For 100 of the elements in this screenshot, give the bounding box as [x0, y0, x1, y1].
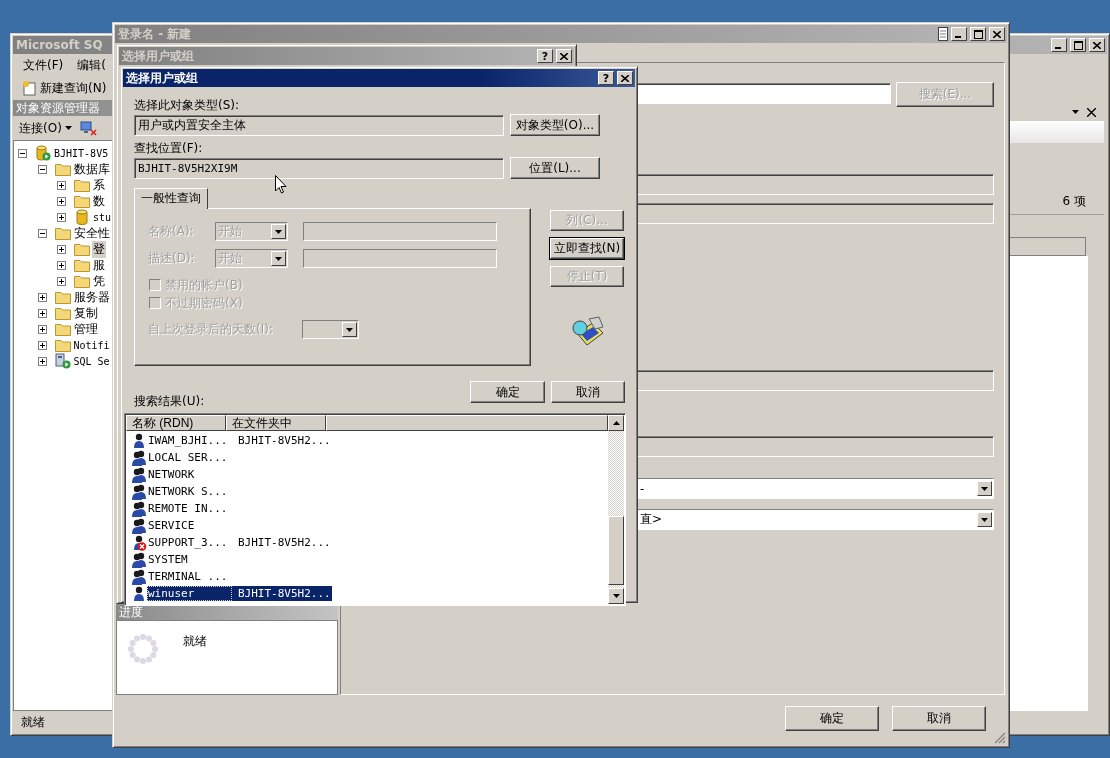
column-header[interactable]: 名称 (RDN): [126, 415, 226, 431]
table-cell[interactable]: winuser: [147, 586, 232, 601]
tree-item[interactable]: 服务器: [72, 288, 111, 306]
folder-icon: [54, 162, 71, 176]
expander-icon[interactable]: [57, 196, 66, 206]
expander-icon[interactable]: [57, 260, 66, 270]
spinner-icon: [127, 633, 159, 665]
table-cell[interactable]: BJHIT-8V5H2...: [232, 433, 332, 448]
tree-item[interactable]: 数据库: [72, 160, 111, 178]
window-title: Microsoft SQ: [16, 38, 104, 52]
expander-icon[interactable]: [37, 308, 47, 318]
help-button[interactable]: ?: [598, 71, 614, 85]
expander-icon[interactable]: [57, 244, 66, 254]
magnifier-icon: [569, 315, 605, 347]
tree-item[interactable]: 服: [92, 256, 106, 274]
dropdown-arrow-icon: [64, 126, 72, 130]
dropdown[interactable]: -: [636, 478, 994, 499]
object-types-button[interactable]: 对象类型(O)...: [510, 114, 600, 136]
dropdown-arrow-icon: [981, 517, 988, 522]
maximize-button[interactable]: [970, 27, 986, 41]
maximize-button[interactable]: [1070, 38, 1086, 52]
disabled-user-icon: [131, 534, 147, 551]
close-button[interactable]: [1089, 38, 1105, 52]
table-cell[interactable]: REMOTE IN...: [147, 501, 232, 516]
days-dropdown[interactable]: [302, 320, 359, 339]
scroll-thumb[interactable]: [608, 516, 624, 585]
tree-item[interactable]: 系: [92, 176, 106, 194]
table-cell[interactable]: BJHIT-8V5H2...: [232, 535, 332, 550]
tree-item[interactable]: 登: [92, 240, 106, 258]
minimize-button[interactable]: [951, 27, 967, 41]
folder-icon: [74, 258, 90, 272]
close-icon: [1093, 41, 1101, 49]
table-cell[interactable]: NETWORK S...: [147, 484, 232, 499]
input-field[interactable]: [303, 249, 497, 268]
dialog-button[interactable]: 取消: [892, 706, 986, 731]
menu-item[interactable]: 编辑(: [77, 57, 106, 73]
table-cell[interactable]: IWAM_BJHI...: [147, 433, 232, 448]
close-icon: [621, 74, 629, 82]
new-query-icon: [21, 80, 37, 96]
expander-icon[interactable]: [37, 324, 47, 334]
folder-icon: [74, 274, 90, 288]
tree-item[interactable]: Notifi: [72, 339, 111, 351]
close-button[interactable]: [556, 49, 572, 63]
expander-icon[interactable]: [37, 356, 47, 366]
table-cell[interactable]: LOCAL SER...: [147, 450, 232, 465]
dialog-button[interactable]: 取消: [551, 381, 625, 403]
results-label: 搜索结果(U):: [134, 393, 206, 410]
close-icon[interactable]: [1087, 107, 1096, 117]
tree-item[interactable]: SQL Se: [72, 355, 111, 367]
expander-icon[interactable]: [57, 212, 66, 222]
users-icon: [131, 449, 147, 466]
resize-grip-icon[interactable]: [994, 732, 1006, 744]
expander-icon[interactable]: [57, 180, 66, 190]
users-icon: [131, 483, 147, 500]
dialog-button[interactable]: 确定: [785, 706, 879, 731]
close-button[interactable]: [989, 27, 1005, 41]
window-title: 登录名 - 新建: [118, 25, 193, 43]
folder-icon: [54, 226, 71, 240]
help-button[interactable]: ?: [537, 49, 553, 63]
location-field: BJHIT-8V5H2XI9M: [134, 157, 504, 179]
tree-item[interactable]: 复制: [72, 304, 99, 322]
tree-item[interactable]: 凭: [92, 272, 106, 290]
disconnect-icon[interactable]: [79, 120, 98, 136]
column-header[interactable]: 在文件夹中: [226, 415, 326, 431]
expander-icon[interactable]: [37, 228, 47, 238]
expander-icon[interactable]: [18, 148, 27, 158]
users-icon: [131, 466, 147, 483]
tree-item[interactable]: BJHIT-8V5: [53, 147, 110, 159]
connect-button[interactable]: 连接(O): [17, 119, 74, 137]
table-cell[interactable]: SUPPORT_3...: [147, 535, 232, 550]
menu-item[interactable]: 文件(F): [23, 57, 64, 73]
table-cell[interactable]: BJHIT-8V5H2...: [232, 586, 332, 601]
expander-icon[interactable]: [37, 164, 47, 174]
minimize-button[interactable]: [1051, 38, 1067, 52]
input-field[interactable]: [303, 222, 497, 241]
expander-icon[interactable]: [37, 292, 47, 302]
scroll-up-button[interactable]: [608, 415, 624, 431]
table-cell[interactable]: NETWORK: [147, 467, 232, 482]
dialog-button[interactable]: 立即查找(N): [550, 238, 624, 259]
table-cell[interactable]: SERVICE: [147, 518, 232, 533]
status-text: 就绪: [21, 713, 45, 731]
tree-item[interactable]: 安全性: [72, 224, 111, 242]
locations-button[interactable]: 位置(L)...: [510, 157, 600, 179]
dialog-button[interactable]: 确定: [470, 381, 545, 403]
tab[interactable]: 一般性查询: [134, 188, 208, 209]
dropdown[interactable]: 直>: [636, 509, 994, 530]
table-cell[interactable]: SYSTEM: [147, 552, 232, 567]
table-cell[interactable]: TERMINAL ...: [147, 569, 232, 584]
tree-item[interactable]: 数: [92, 192, 106, 210]
search-field[interactable]: [636, 83, 891, 104]
object-type-field: 用户或内置安全主体: [134, 114, 504, 136]
tree-item[interactable]: stu: [92, 211, 113, 223]
tree-item[interactable]: 管理: [72, 320, 99, 338]
expander-icon[interactable]: [37, 340, 47, 350]
expander-icon[interactable]: [57, 276, 66, 286]
dropdown-arrow-icon: [346, 327, 353, 332]
up-arrow-icon: [612, 421, 620, 425]
scroll-down-button[interactable]: [608, 588, 624, 604]
close-button[interactable]: [617, 71, 633, 85]
new-query-button[interactable]: 新建查询(N): [19, 79, 109, 97]
